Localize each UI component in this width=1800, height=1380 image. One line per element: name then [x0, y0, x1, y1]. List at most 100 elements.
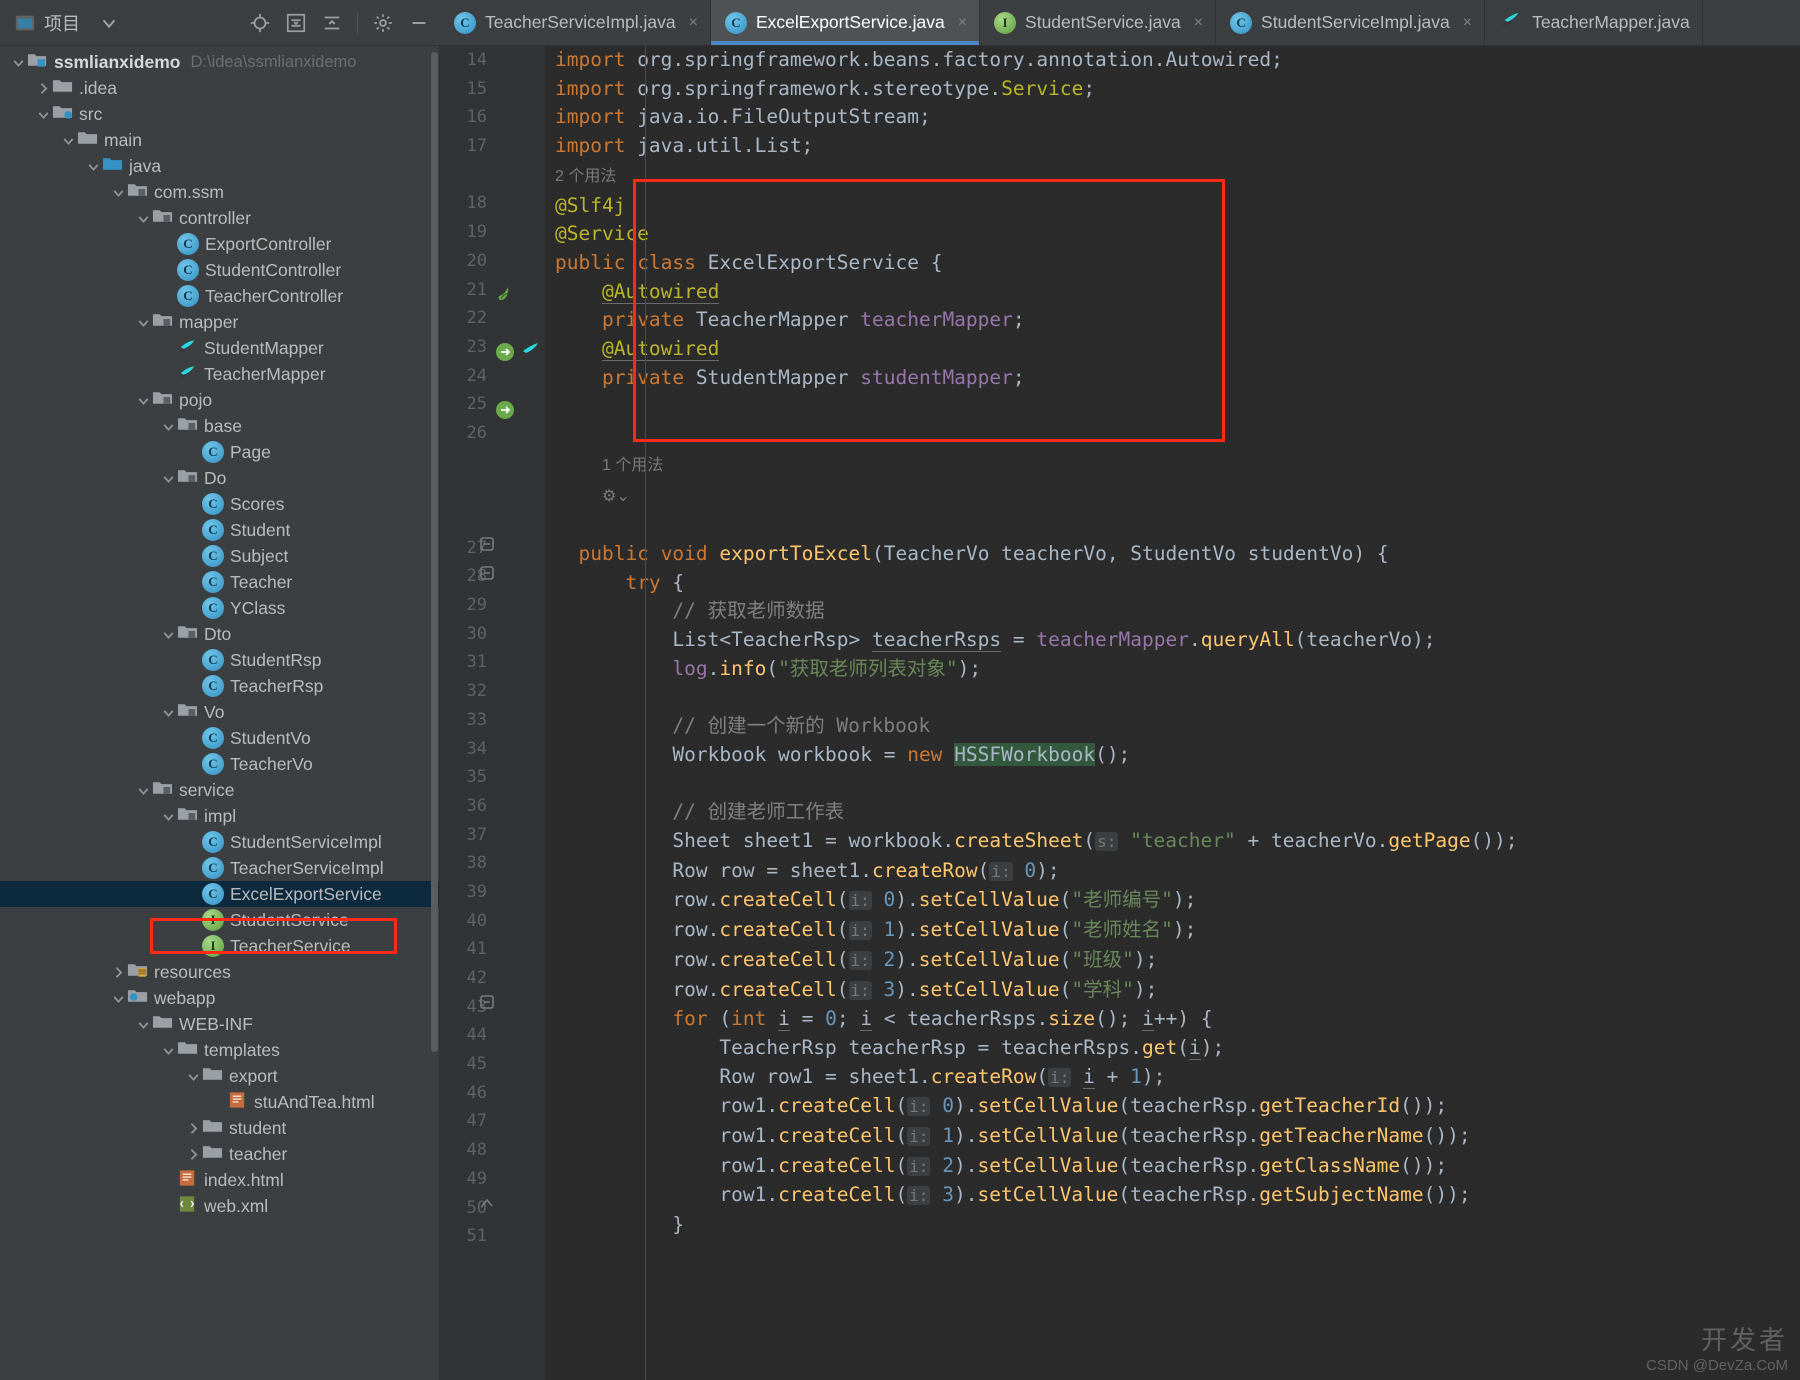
tree-collapse-arrow-icon[interactable]	[10, 54, 27, 71]
close-icon[interactable]: ×	[1463, 14, 1472, 32]
chevron-down-icon[interactable]	[98, 12, 120, 34]
spring-bean-icon[interactable]	[493, 282, 533, 306]
tree-expand-arrow-icon[interactable]	[35, 80, 52, 97]
fold-icon[interactable]	[479, 994, 519, 1012]
tree-item[interactable]: C Teacher	[0, 569, 440, 595]
tree-collapse-arrow-icon[interactable]	[110, 990, 127, 1007]
tree-expand-arrow-icon[interactable]	[110, 964, 127, 981]
tree-item[interactable]: base	[0, 413, 440, 439]
code-area[interactable]: import org.springframework.beans.factory…	[545, 46, 1800, 1380]
method-fold-icon[interactable]	[479, 565, 519, 583]
minimize-icon[interactable]	[408, 12, 430, 34]
tree-item[interactable]: stuAndTea.html	[0, 1089, 440, 1115]
tree-item[interactable]: TeacherMapper	[0, 361, 440, 387]
tree-item[interactable]: C TeacherVo	[0, 751, 440, 777]
sidebar-scrollbar[interactable]	[431, 52, 438, 1052]
tree-item[interactable]: C StudentVo	[0, 725, 440, 751]
tree-item[interactable]: export	[0, 1063, 440, 1089]
tree-collapse-arrow-icon[interactable]	[85, 158, 102, 175]
tree-item[interactable]: controller	[0, 205, 440, 231]
tree-collapse-arrow-icon[interactable]	[35, 106, 52, 123]
editor-tab[interactable]: C StudentServiceImpl.java ×	[1216, 0, 1486, 45]
package-icon	[152, 207, 179, 230]
tree-collapse-arrow-icon[interactable]	[110, 184, 127, 201]
editor-tab[interactable]: TeacherMapper.java	[1485, 0, 1703, 45]
tree-item[interactable]: C Scores	[0, 491, 440, 517]
editor-tab[interactable]: I StudentService.java ×	[980, 0, 1217, 45]
editor-gutter[interactable]: 14 15 16 17 18 19 20 21 22 23 24 25 26 27 28 29 30 31 32 33…	[440, 46, 545, 1380]
tree-collapse-arrow-icon[interactable]	[135, 392, 152, 409]
tree-item[interactable]: I StudentService	[0, 907, 440, 933]
tree-collapse-arrow-icon[interactable]	[135, 210, 152, 227]
tree-item[interactable]: C Page	[0, 439, 440, 465]
tree-item[interactable]: C TeacherServiceImpl	[0, 855, 440, 881]
tree-item[interactable]: C StudentServiceImpl	[0, 829, 440, 855]
tree-item[interactable]: C Subject	[0, 543, 440, 569]
tree-collapse-arrow-icon[interactable]	[160, 808, 177, 825]
project-tree: ssmlianxidemo D:\idea\ssmlianxidemo .idea s…	[0, 46, 440, 1219]
tree-item[interactable]: pojo	[0, 387, 440, 413]
tree-item[interactable]: web.xml	[0, 1193, 440, 1219]
collapse-all-icon[interactable]	[321, 12, 343, 34]
settings-icon[interactable]	[372, 12, 394, 34]
close-icon[interactable]: ×	[958, 14, 967, 32]
close-icon[interactable]: ×	[689, 14, 698, 32]
tree-item[interactable]: index.html	[0, 1167, 440, 1193]
tree-collapse-arrow-icon[interactable]	[135, 314, 152, 331]
tree-item-label: Teacher	[230, 571, 293, 592]
tree-item[interactable]: C YClass	[0, 595, 440, 621]
tree-item[interactable]: StudentMapper	[0, 335, 440, 361]
tree-item[interactable]: student	[0, 1115, 440, 1141]
tree-collapse-arrow-icon[interactable]	[60, 132, 77, 149]
source-code[interactable]: import org.springframework.beans.factory…	[545, 46, 1800, 1240]
tree-collapse-arrow-icon[interactable]	[160, 704, 177, 721]
tree-expand-arrow-icon[interactable]	[185, 1120, 202, 1137]
watermark-line1: 开发者	[1700, 1325, 1788, 1355]
top-bar: 项目 C TeacherServiceImpl.java × C ExcelEx…	[0, 0, 1800, 46]
tree-item[interactable]: impl	[0, 803, 440, 829]
tree-item[interactable]: main	[0, 127, 440, 153]
tree-item[interactable]: templates	[0, 1037, 440, 1063]
tree-item[interactable]: WEB-INF	[0, 1011, 440, 1037]
tree-item[interactable]: C StudentController	[0, 257, 440, 283]
code-editor[interactable]: 14 15 16 17 18 19 20 21 22 23 24 25 26 27 28 29 30 31 32 33…	[440, 46, 1800, 1380]
tree-collapse-arrow-icon[interactable]	[160, 1042, 177, 1059]
tree-item[interactable]: C ExportController	[0, 231, 440, 257]
locate-icon[interactable]	[249, 12, 271, 34]
tree-expand-arrow-icon[interactable]	[185, 1146, 202, 1163]
fold-icon[interactable]	[479, 1194, 519, 1212]
project-title-group[interactable]: 项目	[14, 10, 120, 36]
tree-item[interactable]: java	[0, 153, 440, 179]
tree-item[interactable]: mapper	[0, 309, 440, 335]
method-fold-icon[interactable]	[479, 536, 519, 554]
spring-bean-icon[interactable]	[493, 398, 533, 422]
tree-item[interactable]: C StudentRsp	[0, 647, 440, 673]
tree-item[interactable]: src	[0, 101, 440, 127]
tree-item[interactable]: I TeacherService	[0, 933, 440, 959]
tree-item[interactable]: com.ssm	[0, 179, 440, 205]
close-icon[interactable]: ×	[1194, 14, 1203, 32]
tree-item[interactable]: webapp	[0, 985, 440, 1011]
tree-collapse-arrow-icon[interactable]	[185, 1068, 202, 1085]
tree-item[interactable]: Do	[0, 465, 440, 491]
tree-item[interactable]: teacher	[0, 1141, 440, 1167]
tree-collapse-arrow-icon[interactable]	[160, 470, 177, 487]
tree-item[interactable]: C TeacherRsp	[0, 673, 440, 699]
expand-all-icon[interactable]	[285, 12, 307, 34]
tree-item[interactable]: C Student	[0, 517, 440, 543]
editor-tab[interactable]: C ExcelExportService.java ×	[710, 0, 981, 45]
tree-item[interactable]: Vo	[0, 699, 440, 725]
tree-item[interactable]: Dto	[0, 621, 440, 647]
tree-collapse-arrow-icon[interactable]	[135, 1016, 152, 1033]
tree-item[interactable]: .idea	[0, 75, 440, 101]
editor-tab[interactable]: C TeacherServiceImpl.java ×	[440, 0, 711, 45]
tree-collapse-arrow-icon[interactable]	[135, 782, 152, 799]
tree-item[interactable]: C TeacherController	[0, 283, 440, 309]
tree-item[interactable]: ssmlianxidemo D:\idea\ssmlianxidemo	[0, 49, 440, 75]
tree-collapse-arrow-icon[interactable]	[160, 418, 177, 435]
tree-item[interactable]: service	[0, 777, 440, 803]
tree-item[interactable]: resources	[0, 959, 440, 985]
tree-collapse-arrow-icon[interactable]	[160, 626, 177, 643]
tree-item-label: stuAndTea.html	[254, 1091, 375, 1112]
tree-item-selected[interactable]: C ExcelExportService	[0, 881, 440, 907]
